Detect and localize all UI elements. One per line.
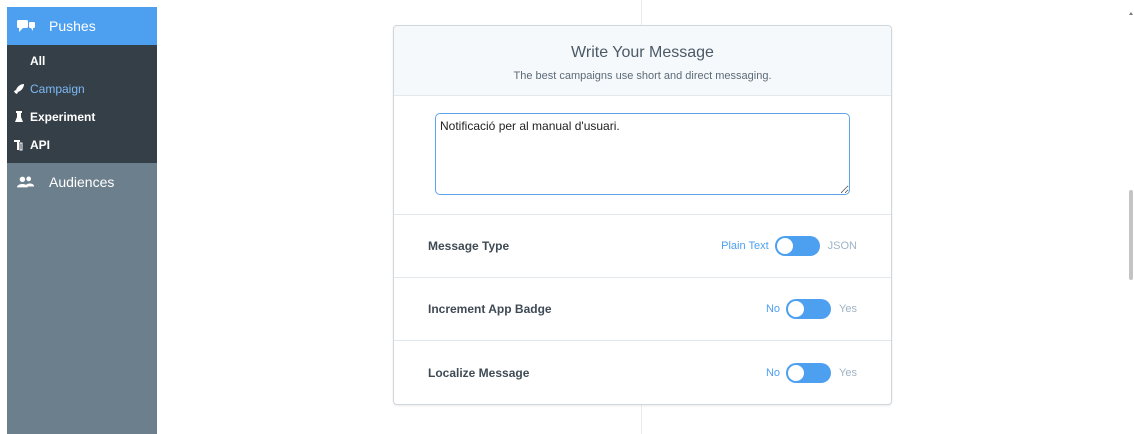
message-type-toggle-group: Plain Text JSON bbox=[721, 236, 857, 256]
plain-text-option[interactable]: Plain Text bbox=[721, 240, 769, 252]
sidebar-subitem-label: API bbox=[30, 138, 51, 152]
sidebar-item-label: Audiences bbox=[49, 174, 115, 190]
sidebar-subitem-label: Campaign bbox=[30, 82, 85, 96]
sidebar-item-label: Pushes bbox=[49, 18, 96, 34]
message-type-row: Message Type Plain Text JSON bbox=[394, 215, 891, 278]
localize-row: Localize Message No Yes bbox=[394, 341, 891, 404]
badge-yes-option[interactable]: Yes bbox=[839, 303, 857, 315]
sidebar-subitem-label: All bbox=[30, 54, 46, 68]
increment-badge-toggle-group: No Yes bbox=[766, 299, 857, 319]
sidebar: Pushes All Campaign Experiment API Audie… bbox=[7, 7, 157, 434]
card-subtitle: The best campaigns use short and direct … bbox=[513, 70, 772, 82]
badge-no-option[interactable]: No bbox=[766, 303, 780, 315]
chat-bubbles-icon bbox=[17, 18, 35, 34]
increment-badge-row: Increment App Badge No Yes bbox=[394, 278, 891, 341]
sidebar-subitem-all[interactable]: All bbox=[7, 47, 157, 75]
sidebar-subitem-campaign[interactable]: Campaign bbox=[7, 75, 157, 103]
sidebar-subitem-api[interactable]: API bbox=[7, 131, 157, 159]
localize-yes-option[interactable]: Yes bbox=[839, 367, 857, 379]
toggle-knob bbox=[788, 301, 805, 317]
sidebar-subnav: All Campaign Experiment API bbox=[7, 45, 157, 163]
left-edge bbox=[0, 0, 7, 434]
flask-icon bbox=[13, 111, 25, 123]
increment-badge-label: Increment App Badge bbox=[428, 302, 552, 316]
plug-icon bbox=[13, 139, 25, 151]
json-option[interactable]: JSON bbox=[828, 240, 857, 252]
sidebar-subitem-label: Experiment bbox=[30, 110, 96, 124]
message-input-area: Notificació per al manual d'usuari. bbox=[394, 96, 891, 215]
card-header: Write Your Message The best campaigns us… bbox=[394, 26, 891, 96]
sidebar-item-pushes[interactable]: Pushes bbox=[7, 7, 157, 45]
card-title: Write Your Message bbox=[571, 44, 714, 61]
users-icon bbox=[17, 174, 35, 190]
toggle-knob bbox=[776, 238, 793, 254]
localize-no-option[interactable]: No bbox=[766, 367, 780, 379]
sidebar-item-audiences[interactable]: Audiences bbox=[7, 163, 157, 201]
message-type-toggle[interactable] bbox=[774, 236, 820, 256]
localize-label: Localize Message bbox=[428, 365, 530, 380]
toggle-knob bbox=[788, 364, 805, 381]
localize-toggle-group: No Yes bbox=[766, 362, 857, 383]
page-scrollbar[interactable] bbox=[1128, 0, 1134, 434]
scrollbar-thumb[interactable] bbox=[1129, 190, 1133, 280]
scroll-up-arrow-icon[interactable] bbox=[1129, 12, 1133, 15]
localize-toggle[interactable] bbox=[786, 362, 832, 383]
rocket-icon bbox=[13, 83, 25, 95]
message-textarea[interactable]: Notificació per al manual d'usuari. bbox=[435, 113, 850, 195]
message-type-label: Message Type bbox=[428, 239, 510, 253]
increment-badge-toggle[interactable] bbox=[786, 299, 832, 319]
write-message-card: Write Your Message The best campaigns us… bbox=[393, 25, 892, 405]
sidebar-subitem-experiment[interactable]: Experiment bbox=[7, 103, 157, 131]
